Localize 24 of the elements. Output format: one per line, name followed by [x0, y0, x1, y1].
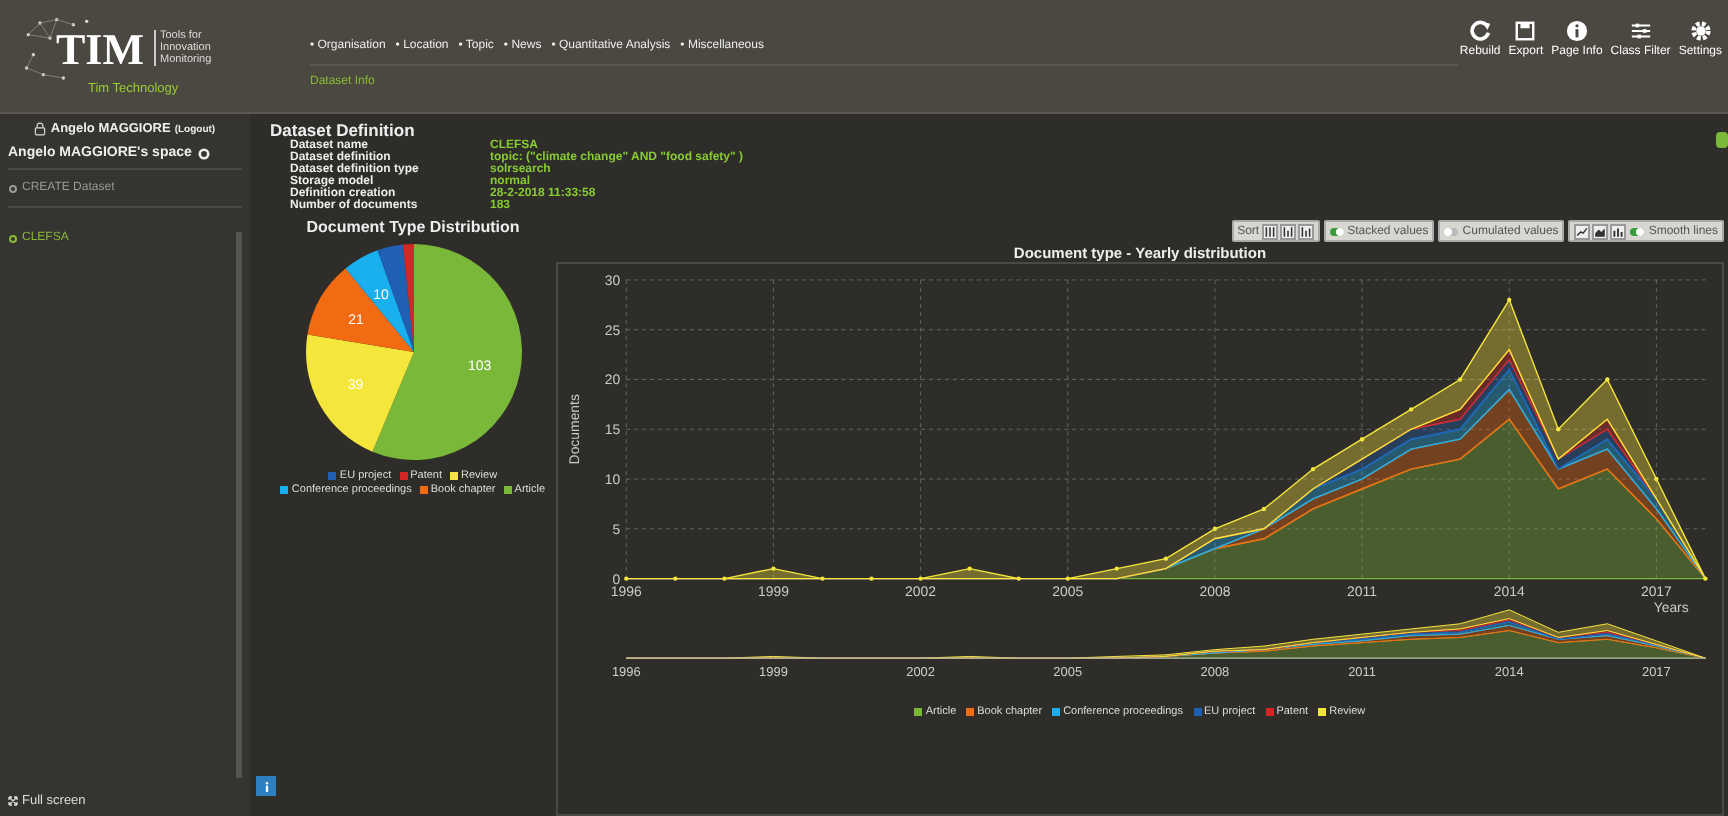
sort-button[interactable]	[1261, 223, 1278, 239]
logo-title: TIM	[56, 24, 144, 76]
status-indicator	[1716, 132, 1728, 148]
sort-icon	[1263, 225, 1276, 237]
lock-icon	[34, 122, 47, 136]
section-title: Dataset Definition	[270, 120, 417, 140]
line-chart-icon	[1576, 225, 1589, 237]
scrollbar[interactable]	[236, 232, 242, 778]
sort-icon	[1281, 225, 1294, 237]
area-chart-button[interactable]	[1592, 223, 1609, 239]
sort-button[interactable]	[1279, 223, 1296, 239]
sort-button[interactable]	[1297, 223, 1314, 239]
bar-chart-button[interactable]	[1610, 223, 1627, 239]
refresh-icon	[1469, 20, 1492, 42]
info-icon	[1565, 20, 1588, 42]
bar-chart-icon	[1612, 225, 1625, 237]
sort-icon	[1299, 225, 1312, 237]
area-chart-icon	[1594, 225, 1607, 237]
sliders-icon	[1629, 20, 1652, 42]
info-button[interactable]	[256, 776, 276, 796]
chart-title: Document Type Distribution	[306, 218, 520, 236]
navigator-drawing[interactable]	[625, 609, 1706, 659]
line-chart-button[interactable]	[1574, 223, 1591, 239]
expand-icon	[8, 796, 18, 806]
